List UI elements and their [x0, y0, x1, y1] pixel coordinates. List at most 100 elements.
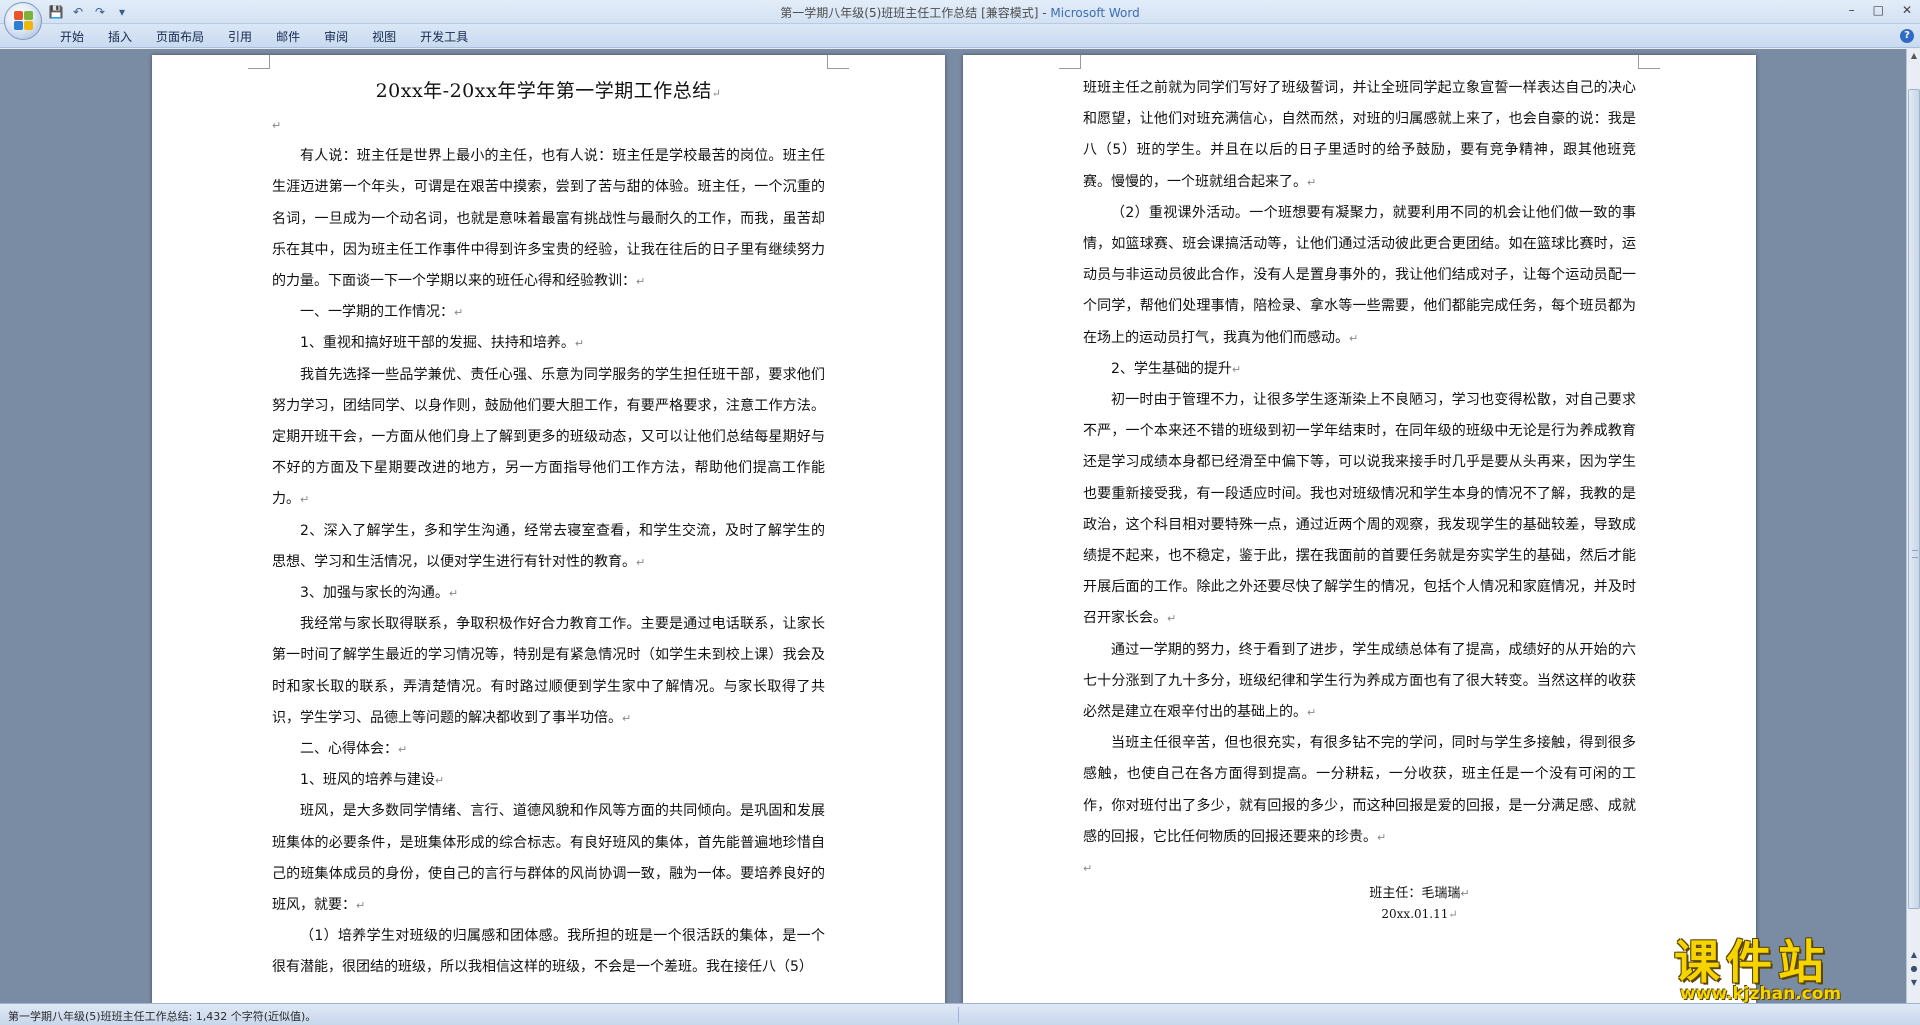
status-divider — [958, 1007, 959, 1023]
body-paragraph: 一、一学期的工作情况：↵ — [272, 297, 825, 328]
paragraph-text: 我首先选择一些品学兼优、责任心强、乐意为同学服务的学生担任班干部，要求他们努力学… — [272, 366, 825, 508]
document-area[interactable]: 20xx年-20xx年学年第一学期工作总结↵ ↵ 有人说：班主任是世界上最小的主任… — [0, 49, 1906, 1003]
tab-review[interactable]: 审阅 — [324, 28, 366, 45]
body-paragraph: 初一时由于管理不力，让很多学生逐渐染上不良陋习，学习也变得松散，对自己要求不严，… — [1083, 385, 1636, 635]
body-paragraph: 我首先选择一些品学兼优、责任心强、乐意为同学服务的学生担任班干部，要求他们努力学… — [272, 360, 825, 516]
previous-page-icon[interactable]: ▲ — [1908, 949, 1920, 961]
ribbon-tabs-bar: 开始 插入 页面布局 引用 邮件 审阅 视图 开发工具 ? — [0, 24, 1920, 48]
status-word-count[interactable]: 第一学期八年级(5)班班主任工作总结: 1,432 个字符(近似值)。 — [8, 1008, 316, 1024]
body-paragraph: 二、心得体会：↵ — [272, 734, 825, 765]
body-paragraph: 班班主任之前就为同学们写好了班级誓词，并让全班同学起立象宣誓一样表达自己的决心和… — [1083, 73, 1636, 198]
close-button[interactable]: ✕ — [1902, 3, 1912, 17]
body-paragraph: （1）培养学生对班级的归属感和团体感。我所担的班是一个很活跃的集体，是一个很有潜… — [272, 921, 825, 983]
select-browse-object-icon[interactable]: ● — [1908, 963, 1920, 975]
body-paragraph: ↵ — [272, 110, 825, 141]
paragraph-mark: ↵ — [398, 743, 408, 757]
paragraph-mark: ↵ — [434, 774, 445, 788]
paragraph-mark: ↵ — [1460, 887, 1470, 901]
paragraph-mark: ↵ — [356, 899, 366, 913]
paragraph-mark: ↵ — [1377, 830, 1387, 844]
page-2-content[interactable]: 班班主任之前就为同学们写好了班级誓词，并让全班同学起立象宣誓一样表达自己的决心和… — [1083, 73, 1636, 925]
scroll-grip — [1912, 550, 1918, 558]
paragraph-text: 3、加强与家长的沟通。 — [300, 585, 449, 602]
minimize-button[interactable]: – — [1849, 3, 1855, 17]
paragraph-text: 2、学生基础的提升 — [1111, 360, 1232, 377]
scroll-thumb[interactable] — [1908, 89, 1920, 909]
tab-developer[interactable]: 开发工具 — [420, 28, 486, 45]
paragraph-mark: ↵ — [636, 275, 646, 289]
margin-corner-mark — [248, 55, 270, 69]
office-button[interactable] — [4, 2, 42, 40]
paragraph-text: 1、重视和搞好班干部的发掘、扶持和培养。 — [300, 335, 575, 352]
paragraph-mark: ↵ — [448, 587, 459, 601]
scroll-up-arrow-icon[interactable]: ▲ — [1908, 49, 1920, 63]
tab-page-layout[interactable]: 页面布局 — [156, 28, 222, 45]
paragraph-mark: ↵ — [454, 306, 464, 320]
paragraph-text: 班风，是大多数同学情绪、言行、道德风貌和作风等方面的共同倾向。是巩固和发展班集体… — [272, 803, 825, 914]
paragraph-mark: ↵ — [636, 555, 646, 569]
margin-corner-mark — [1059, 55, 1081, 69]
signature-text: 班主任：毛瑞瑞 — [1369, 886, 1461, 902]
body-paragraph: 当班主任很辛苦，但也很充实，有很多钻不完的学问，同时与学生多接触，得到很多感触，… — [1083, 728, 1636, 853]
body-paragraph: 通过一学期的努力，终于看到了进步，学生成绩总体有了提高，成绩好的从开始的六七十分… — [1083, 635, 1636, 729]
paragraph-mark: ↵ — [300, 493, 310, 507]
office-logo-icon — [14, 11, 34, 31]
margin-corner-mark — [1638, 55, 1660, 69]
body-paragraph: 1、重视和搞好班干部的发掘、扶持和培养。↵ — [272, 328, 825, 359]
paragraph-text: 初一时由于管理不力，让很多学生逐渐染上不良陋习，学习也变得松散，对自己要求不严，… — [1083, 392, 1636, 627]
page-1[interactable]: 20xx年-20xx年学年第一学期工作总结↵ ↵ 有人说：班主任是世界上最小的主任… — [152, 55, 945, 1003]
tab-insert[interactable]: 插入 — [108, 28, 150, 45]
watermark-main: 课件站 — [1674, 935, 1830, 989]
paragraph-text: 1、班风的培养与建设 — [300, 772, 435, 789]
window-controls: – □ ✕ — [1849, 3, 1912, 17]
next-page-icon[interactable]: ▼ — [1908, 977, 1920, 989]
body-paragraph: 3、加强与家长的沟通。↵ — [272, 578, 825, 609]
tab-mailings[interactable]: 邮件 — [276, 28, 318, 45]
date-line: 20xx.01.11↵ — [1203, 904, 1636, 925]
paragraph-mark: ↵ — [1349, 331, 1359, 345]
paragraph-mark: ↵ — [1307, 175, 1317, 189]
body-paragraph: 2、深入了解学生，多和学生沟通，经常去寝室查看，和学生交流，及时了解学生的思想、… — [272, 516, 825, 578]
paragraph-mark: ↵ — [574, 337, 585, 351]
tab-view[interactable]: 视图 — [372, 28, 414, 45]
margin-corner-mark — [827, 55, 849, 69]
paragraph-text: 当班主任很辛苦，但也很充实，有很多钻不完的学问，同时与学生多接触，得到很多感触，… — [1083, 735, 1636, 845]
paragraph-mark: ↵ — [1167, 612, 1177, 626]
signature-line: 班主任：毛瑞瑞↵ — [1203, 884, 1636, 904]
document-heading: 20xx年-20xx年学年第一学期工作总结↵ — [375, 80, 722, 102]
signature-date: 20xx.01.11 — [1381, 907, 1449, 922]
paragraph-mark: ↵ — [272, 119, 282, 132]
paragraph-text: 二、心得体会： — [300, 741, 398, 758]
signature-block: 班主任：毛瑞瑞↵ 20xx.01.11↵ — [1083, 884, 1636, 925]
paragraph-mark: ↵ — [711, 87, 722, 100]
body-paragraph: 我经常与家长取得联系，争取积极作好合力教育工作。主要是通过电话联系，让家长第一时… — [272, 609, 825, 734]
paragraph-text: 通过一学期的努力，终于看到了进步，学生成绩总体有了提高，成绩好的从开始的六七十分… — [1083, 641, 1636, 721]
body-paragraph: 1、班风的培养与建设↵ — [272, 765, 825, 796]
tab-references[interactable]: 引用 — [228, 28, 270, 45]
paragraph-text: 2、深入了解学生，多和学生沟通，经常去寝室查看，和学生交流，及时了解学生的思想、… — [272, 522, 825, 570]
window-title: 第一学期八年级(5)班班主任工作总结 [兼容模式] - Microsoft Wo… — [0, 4, 1920, 21]
body-paragraph: 有人说：班主任是世界上最小的主任，也有人说：班主任是学校最苦的岗位。班主任生涯迈… — [272, 141, 825, 297]
status-bar: 第一学期八年级(5)班班主任工作总结: 1,432 个字符(近似值)。 — [0, 1003, 1920, 1025]
document-title: 第一学期八年级(5)班班主任工作总结 [兼容模式] - — [780, 6, 1051, 20]
page-2[interactable]: 班班主任之前就为同学们写好了班级誓词，并让全班同学起立象宣誓一样表达自己的决心和… — [963, 55, 1756, 1003]
maximize-button[interactable]: □ — [1873, 3, 1884, 17]
body-paragraph: 2、学生基础的提升↵ — [1083, 354, 1636, 385]
body-paragraph: 班风，是大多数同学情绪、言行、道德风貌和作风等方面的共同倾向。是巩固和发展班集体… — [272, 796, 825, 921]
paragraph-text: （1）培养学生对班级的归属感和团体感。我所担的班是一个很活跃的集体，是一个很有潜… — [272, 928, 825, 976]
ribbon-tabs: 开始 插入 页面布局 引用 邮件 审阅 视图 开发工具 — [60, 28, 492, 45]
tab-home[interactable]: 开始 — [60, 28, 102, 45]
paragraph-mark: ↵ — [1083, 862, 1093, 876]
help-icon[interactable]: ? — [1900, 29, 1914, 43]
paragraph-mark: ↵ — [1307, 706, 1317, 720]
paragraph-mark: ↵ — [622, 711, 632, 725]
watermark-url: www.kjzhan.com — [1680, 984, 1842, 1004]
paragraph-text: （2）重视课外活动。一个班想要有凝聚力，就要利用不同的机会让他们做一致的事情，如… — [1083, 204, 1636, 346]
page-1-content[interactable]: 20xx年-20xx年学年第一学期工作总结↵ ↵ 有人说：班主任是世界上最小的主任… — [272, 75, 825, 984]
app-name: Microsoft Word — [1050, 6, 1140, 20]
paragraph-text: 班班主任之前就为同学们写好了班级誓词，并让全班同学起立象宣誓一样表达自己的决心和… — [1083, 80, 1636, 190]
vertical-scrollbar[interactable]: ▲ ▲ ● ▼ — [1906, 49, 1920, 1003]
paragraph-mark: ↵ — [1448, 908, 1458, 922]
paragraph-mark: ↵ — [1231, 362, 1242, 376]
paragraph-text: 我经常与家长取得联系，争取积极作好合力教育工作。主要是通过电话联系，让家长第一时… — [272, 616, 825, 726]
